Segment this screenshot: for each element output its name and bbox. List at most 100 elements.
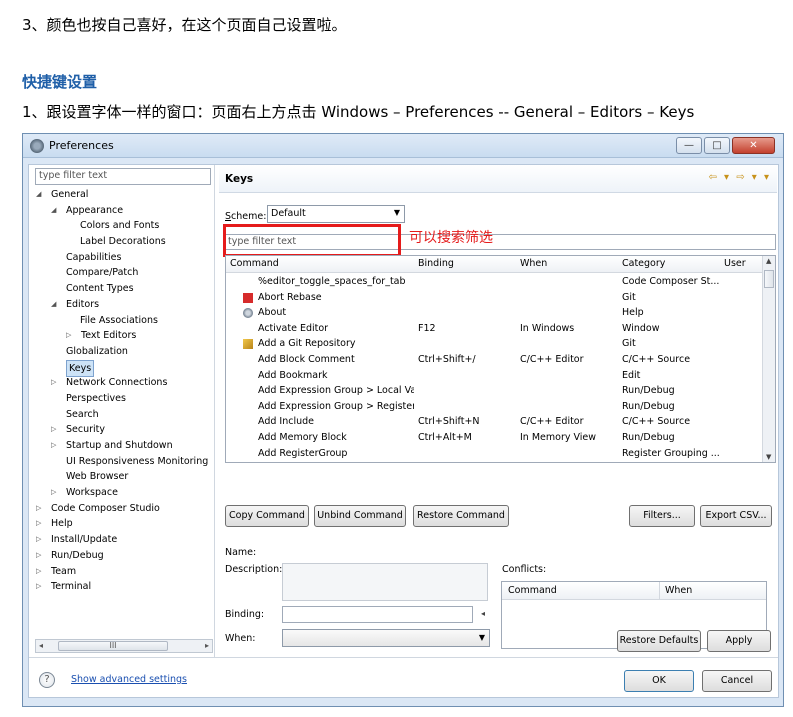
tree-expand-icon[interactable]: ▷ bbox=[36, 501, 41, 517]
scroll-thumb[interactable] bbox=[764, 270, 774, 288]
tree-item-label-decorations[interactable]: Label Decorations bbox=[29, 234, 215, 250]
tree-item-globalization[interactable]: Globalization bbox=[29, 344, 215, 360]
table-row[interactable]: Add a Git Repository Git bbox=[226, 336, 764, 352]
keys-table: Command Binding When Category User %edit… bbox=[225, 255, 776, 463]
title-bar[interactable]: Preferences — □ ✕ bbox=[23, 134, 783, 158]
tree-item-install-update[interactable]: ▷ Install/Update bbox=[29, 532, 215, 548]
tree-item-perspectives[interactable]: Perspectives bbox=[29, 391, 215, 407]
tree-expand-icon[interactable]: ▷ bbox=[36, 564, 41, 580]
tree-expand-icon[interactable]: ▷ bbox=[51, 485, 56, 501]
tree-item-security[interactable]: ▷ Security bbox=[29, 422, 215, 438]
tree-item-ui-responsiveness-monitoring[interactable]: UI Responsiveness Monitoring bbox=[29, 454, 215, 470]
when-select[interactable]: ▼ bbox=[282, 629, 490, 647]
tree-item-appearance[interactable]: ◢ Appearance bbox=[29, 203, 215, 219]
scroll-thumb[interactable]: III bbox=[58, 641, 168, 651]
tree-item-keys[interactable]: Keys bbox=[29, 359, 215, 378]
unbind-command-button[interactable]: Unbind Command bbox=[314, 505, 406, 527]
ok-button[interactable]: OK bbox=[624, 670, 694, 692]
tree-item-team[interactable]: ▷ Team bbox=[29, 564, 215, 580]
copy-command-button[interactable]: Copy Command bbox=[225, 505, 309, 527]
table-row[interactable]: Add RegisterGroup Register Grouping ... bbox=[226, 446, 764, 462]
binding-input[interactable] bbox=[282, 606, 473, 623]
scroll-up-icon[interactable]: ▲ bbox=[766, 257, 771, 265]
tree-item-run-debug[interactable]: ▷ Run/Debug bbox=[29, 548, 215, 564]
tree-item-colors-and-fonts[interactable]: Colors and Fonts bbox=[29, 218, 215, 234]
col-category[interactable]: Category bbox=[622, 258, 665, 269]
restore-command-button[interactable]: Restore Command bbox=[413, 505, 509, 527]
tree-expand-icon[interactable]: ▷ bbox=[51, 438, 56, 454]
scroll-down-icon[interactable]: ▼ bbox=[766, 453, 771, 461]
tree-horizontal-scrollbar[interactable]: ◂ III ▸ bbox=[35, 639, 213, 653]
tree-item-text-editors[interactable]: ▷ Text Editors bbox=[29, 328, 215, 344]
tree-item-web-browser[interactable]: Web Browser bbox=[29, 469, 215, 485]
tree-expand-icon[interactable]: ▷ bbox=[36, 579, 41, 595]
minimize-button[interactable]: — bbox=[676, 137, 702, 154]
cell-command: Add a Git Repository bbox=[258, 338, 356, 350]
tree-expand-icon[interactable]: ▷ bbox=[36, 548, 41, 564]
tree-collapse-icon[interactable]: ◢ bbox=[36, 187, 41, 203]
git-repository-icon bbox=[243, 339, 253, 350]
apply-button[interactable]: Apply bbox=[707, 630, 771, 652]
table-row[interactable]: Activate Editor F12 In Windows Window bbox=[226, 321, 764, 337]
cell-category: C/C++ Source bbox=[622, 416, 691, 428]
col-command[interactable]: Command bbox=[230, 258, 279, 269]
binding-label: Binding: bbox=[225, 609, 265, 620]
restore-defaults-button[interactable]: Restore Defaults bbox=[617, 630, 701, 652]
tree-item-label: Help bbox=[51, 518, 73, 530]
table-row[interactable]: About Help bbox=[226, 305, 764, 321]
cell-category: C/C++ Source bbox=[622, 354, 691, 365]
help-icon[interactable]: ? bbox=[39, 672, 55, 688]
table-row[interactable]: Add Include Ctrl+Shift+N C/C++ Editor C/C++… bbox=[226, 414, 764, 430]
col-user[interactable]: User bbox=[724, 258, 746, 269]
conflicts-col-command[interactable]: Command bbox=[508, 585, 557, 596]
table-row[interactable]: Add Block Comment Ctrl+Shift+/ C/C++ Edito… bbox=[226, 352, 764, 368]
description-label: Description: bbox=[225, 564, 283, 575]
filters-button[interactable]: Filters... bbox=[629, 505, 695, 527]
cell-command: Add Expression Group > Local Va bbox=[258, 385, 414, 397]
tree-item-startup-and-shutdown[interactable]: ▷ Startup and Shutdown bbox=[29, 438, 215, 454]
table-row[interactable]: Add Expression Group > Local Va Run/Debug bbox=[226, 383, 764, 399]
scheme-select[interactable]: Default ▼ bbox=[267, 205, 405, 223]
col-when[interactable]: When bbox=[520, 258, 547, 269]
binding-add-key-icon[interactable]: ◂ bbox=[481, 609, 485, 618]
tree-item-general[interactable]: ◢ General bbox=[29, 187, 215, 203]
cancel-button[interactable]: Cancel bbox=[702, 670, 772, 692]
history-nav-arrows-icon[interactable]: ⇦ ▾ ⇨ ▾ ▾ bbox=[708, 172, 771, 183]
tree-item-file-associations[interactable]: File Associations bbox=[29, 313, 215, 329]
tree-item-network-connections[interactable]: ▷ Network Connections bbox=[29, 375, 215, 391]
cell-command: Add Memory Block bbox=[258, 432, 347, 443]
export-csv-button[interactable]: Export CSV... bbox=[700, 505, 772, 527]
tree-item-content-types[interactable]: Content Types bbox=[29, 281, 215, 297]
scroll-left-icon[interactable]: ◂ bbox=[39, 641, 43, 650]
table-row[interactable]: Abort Rebase Git bbox=[226, 290, 764, 306]
tree-item-help[interactable]: ▷ Help bbox=[29, 516, 215, 532]
tree-item-editors[interactable]: ◢ Editors bbox=[29, 297, 215, 313]
conflicts-col-when[interactable]: When bbox=[665, 585, 692, 596]
tree-expand-icon[interactable]: ▷ bbox=[51, 375, 56, 391]
table-row[interactable]: Add Memory Block Ctrl+Alt+M In Memory View… bbox=[226, 430, 764, 446]
show-advanced-settings-link[interactable]: Show advanced settings bbox=[71, 674, 187, 685]
tree-item-workspace[interactable]: ▷ Workspace bbox=[29, 485, 215, 501]
tree-item-code-composer-studio[interactable]: ▷ Code Composer Studio bbox=[29, 501, 215, 517]
tree-item-compare-patch[interactable]: Compare/Patch bbox=[29, 265, 215, 281]
table-row[interactable]: Add Expression Group > Register Run/Debug bbox=[226, 399, 764, 415]
tree-expand-icon[interactable]: ▷ bbox=[36, 516, 41, 532]
tree-collapse-icon[interactable]: ◢ bbox=[51, 297, 56, 313]
tree-item-capabilities[interactable]: Capabilities bbox=[29, 250, 215, 266]
close-button[interactable]: ✕ bbox=[732, 137, 775, 154]
keys-table-scrollbar[interactable]: ▲ ▼ bbox=[762, 256, 775, 462]
tree-item-label: Code Composer Studio bbox=[51, 502, 160, 514]
table-row[interactable]: %editor_toggle_spaces_for_tab Code Compos… bbox=[226, 274, 764, 290]
tree-collapse-icon[interactable]: ◢ bbox=[51, 203, 56, 219]
maximize-button[interactable]: □ bbox=[704, 137, 730, 154]
tree-filter-input[interactable]: type filter text bbox=[35, 168, 211, 185]
tree-item-search[interactable]: Search bbox=[29, 407, 215, 423]
tree-expand-icon[interactable]: ▷ bbox=[36, 532, 41, 548]
tree-expand-icon[interactable]: ▷ bbox=[51, 422, 56, 438]
col-binding[interactable]: Binding bbox=[418, 258, 454, 269]
table-row[interactable]: Add Bookmark Edit bbox=[226, 368, 764, 384]
tree-item-terminal[interactable]: ▷ Terminal bbox=[29, 579, 215, 595]
tree-item-label: Web Browser bbox=[66, 471, 129, 483]
tree-expand-icon[interactable]: ▷ bbox=[66, 328, 71, 344]
scroll-right-icon[interactable]: ▸ bbox=[205, 641, 209, 650]
